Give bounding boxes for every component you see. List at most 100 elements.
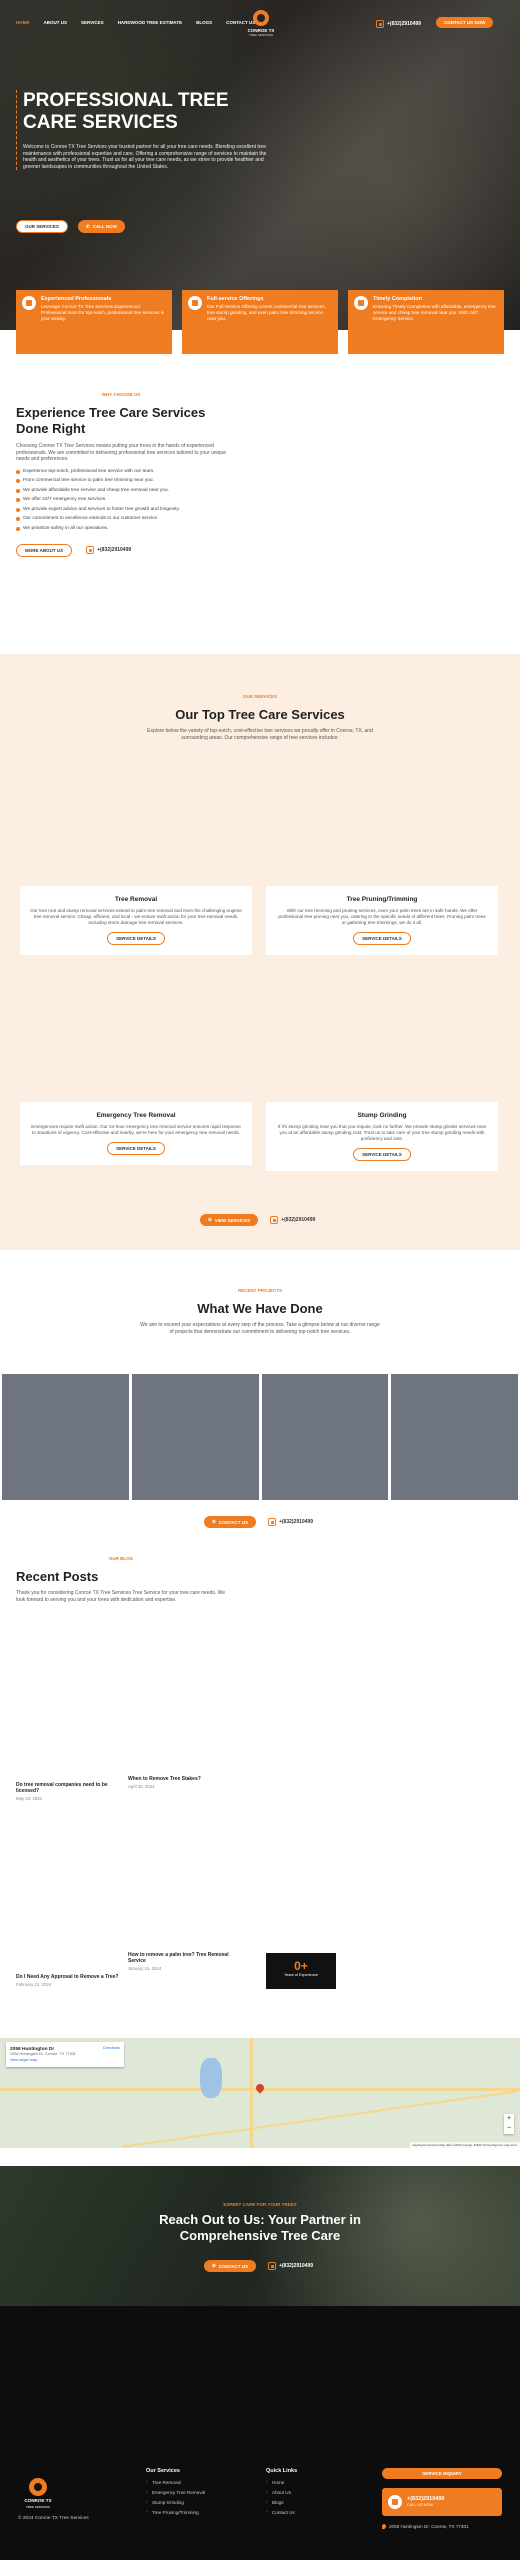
footer-link[interactable]: Blogs — [266, 2499, 297, 2505]
tree-icon: ✿ — [208, 1217, 212, 1222]
our-services-button[interactable]: OUR SERVICES — [16, 220, 68, 233]
list-item: We prioritize safety in all our operatio… — [16, 526, 226, 532]
footer-link[interactable]: Contact Us — [266, 2509, 297, 2515]
blog-post[interactable]: When to Remove Tree Stakes? April 30, 20… — [128, 1776, 240, 1789]
header-phone-number: +(832)2910499 — [387, 21, 422, 27]
cta-kicker: EXPERT CARE FOR YOUR TREES — [223, 2202, 297, 2207]
project-image[interactable] — [391, 1374, 518, 1500]
footer-logo[interactable]: CONROE TX TREE SERVICES — [18, 2478, 58, 2509]
more-about-button[interactable]: MORE ABOUT US — [16, 543, 73, 557]
service-details-button[interactable]: SERVICE DETAILS — [107, 1142, 165, 1155]
projects-description: We aim to exceed your expectations at ev… — [140, 1322, 380, 1335]
hero-buttons: OUR SERVICES ✆ CALL NOW — [16, 220, 125, 233]
project-image[interactable] — [131, 1374, 259, 1500]
tree-logo-icon — [253, 10, 269, 26]
cta-phone[interactable]: +(832)2910499 — [267, 2262, 313, 2270]
post-date: May 23, 2024 — [16, 1796, 43, 1801]
projects-title: What We Have Done — [197, 1301, 323, 1316]
map-pin-icon[interactable] — [254, 2082, 266, 2094]
service-card-pruning: Tree Pruning/Trimming With our tree trim… — [266, 886, 498, 955]
cta-contact-button[interactable]: ✿ CONTACT US — [204, 2260, 256, 2272]
hero-text: PROFESSIONAL TREE CARE SERVICES Welcome … — [16, 90, 276, 170]
location-map[interactable]: 2058 Huntington Dr 2058 Huntington Dr, C… — [0, 2038, 520, 2148]
projects-phone[interactable]: +(832)2910499 — [267, 1518, 314, 1526]
service-title: Tree Pruning/Trimming — [346, 896, 418, 903]
services-actions: ✿ VIEW SERVICES +(832)2910499 — [200, 1214, 315, 1226]
phone-icon — [86, 546, 95, 554]
map-attribution[interactable]: Keyboard shortcuts Map data ©2024 Google… — [409, 2142, 520, 2148]
footer-address: 2058 Huntington Dr, Conroe, TX 77301 — [382, 2524, 469, 2529]
blog-post[interactable]: Do tree removal companies need to be lic… — [16, 1782, 128, 1801]
footer-service-link[interactable]: Emergency Tree Removal — [146, 2489, 205, 2495]
about-text: Choosing Conroe TX Tree Services means p… — [16, 443, 227, 462]
contact-us-button[interactable]: ✿ CONTACT US — [204, 1516, 256, 1528]
nav-item-home[interactable]: HOME — [16, 20, 30, 25]
feature-text: Ensuring Timely Completion with affordab… — [373, 304, 496, 321]
service-title: Tree Removal — [114, 896, 158, 903]
post-date: April 30, 2024 — [128, 1784, 155, 1789]
post-date: February 21, 2024 — [16, 1982, 52, 1987]
post-title[interactable]: How to remove a palm tree? Tree Removal … — [128, 1952, 240, 1964]
service-details-button[interactable]: SERVICE DETAILS — [353, 1148, 411, 1161]
blog-post[interactable]: Do I Need Any Approval to Remove a Tree?… — [16, 1974, 128, 1987]
service-details-button[interactable]: SERVICE DETAILS — [353, 932, 411, 945]
projects-phone-number: +(832)2910499 — [278, 1519, 314, 1525]
footer-call-number: +(832)2910499 — [407, 2496, 445, 2502]
nav-item-estimate[interactable]: HARDWOOD TREE ESTIMATE — [118, 20, 182, 25]
call-now-button[interactable]: ✆ CALL NOW — [77, 220, 125, 233]
about-phone[interactable]: +(832)2910499 — [86, 546, 131, 554]
footer-brand: CONROE TX — [24, 2498, 52, 2503]
header-contact-button[interactable]: CONTACT US NOW — [436, 17, 494, 28]
about-kicker: WHY CHOOSE US — [101, 392, 141, 397]
services-phone-number: +(832)2910499 — [281, 1217, 316, 1223]
service-card-tree-removal: Tree Removal Our tree root and stump rem… — [20, 886, 252, 955]
footer-address-text: 2058 Huntington Dr, Conroe, TX 77301 — [389, 2524, 469, 2529]
list-item: From commercial tree service to palm tre… — [16, 478, 226, 484]
blog-post[interactable]: How to remove a palm tree? Tree Removal … — [128, 1952, 240, 1971]
service-inquiry-button[interactable]: SERVICE INQUIRY — [382, 2468, 502, 2479]
site-logo[interactable]: CONROE TX TREE SERVICES — [244, 10, 278, 37]
footer-service-link[interactable]: Tree Pruning/Trimming — [146, 2509, 205, 2515]
service-title: Stump Grinding — [357, 1112, 407, 1119]
footer-service-link[interactable]: Tree Removal — [146, 2479, 205, 2485]
projects-actions: ✿ CONTACT US +(832)2910499 — [204, 1516, 313, 1528]
blog-title: Recent Posts — [16, 1569, 99, 1584]
directions-link[interactable]: Directions — [103, 2046, 120, 2050]
services-phone[interactable]: +(832)2910499 — [270, 1216, 315, 1224]
nav-item-about[interactable]: ABOUT US — [44, 20, 68, 25]
nav-item-services[interactable]: SERVICES — [81, 20, 104, 25]
project-image[interactable] — [2, 1374, 129, 1500]
project-image[interactable] — [261, 1374, 389, 1500]
footer-service-link[interactable]: Stump Grinding — [146, 2499, 205, 2505]
footer-call-label: CALL US NOW — [407, 2503, 434, 2507]
footer-link[interactable]: About Us — [266, 2489, 297, 2495]
footer-link[interactable]: Home — [266, 2479, 297, 2485]
post-title[interactable]: When to Remove Tree Stakes? — [128, 1776, 240, 1782]
services-header: OUR SERVICES Our Top Tree Care Services … — [140, 694, 380, 742]
feature-title: Timely Completion — [373, 296, 423, 302]
service-title: Emergency Tree Removal — [96, 1112, 176, 1119]
view-larger-map-link[interactable]: View larger map — [10, 2058, 37, 2062]
hero-description: Welcome to Conroe TX Tree Services your … — [23, 144, 267, 170]
footer-call-box[interactable]: +(832)2910499 CALL US NOW — [382, 2488, 502, 2516]
zoom-in-button[interactable]: + — [504, 2114, 514, 2124]
services-section: OUR SERVICES Our Top Tree Care Services … — [0, 654, 520, 1250]
tree-logo-icon — [29, 2478, 47, 2496]
phone-icon — [267, 2262, 276, 2270]
feature-title: Experienced Professionals — [41, 296, 112, 302]
header-phone[interactable]: +(832)2910499 — [376, 20, 421, 28]
view-services-button[interactable]: ✿ VIEW SERVICES — [200, 1214, 259, 1226]
zoom-out-button[interactable]: − — [504, 2124, 514, 2134]
cta-title: Reach Out to Us: Your Partner in Compreh… — [159, 2212, 361, 2243]
hero-title: PROFESSIONAL TREE CARE SERVICES — [23, 90, 229, 133]
list-item: We provide affordable tree service and c… — [16, 488, 226, 494]
nav-item-blogs[interactable]: BLOGS — [196, 20, 212, 25]
contact-us-label: CONTACT US — [218, 1519, 248, 1525]
post-title[interactable]: Do tree removal companies need to be lic… — [16, 1782, 128, 1794]
service-details-button[interactable]: SERVICE DETAILS — [107, 932, 165, 945]
post-title[interactable]: Do I Need Any Approval to Remove a Tree? — [16, 1974, 128, 1980]
professionals-icon — [22, 296, 36, 310]
about-actions: MORE ABOUT US +(832)2910499 — [16, 543, 226, 557]
phone-icon — [388, 2495, 402, 2509]
map-lake — [200, 2058, 222, 2098]
